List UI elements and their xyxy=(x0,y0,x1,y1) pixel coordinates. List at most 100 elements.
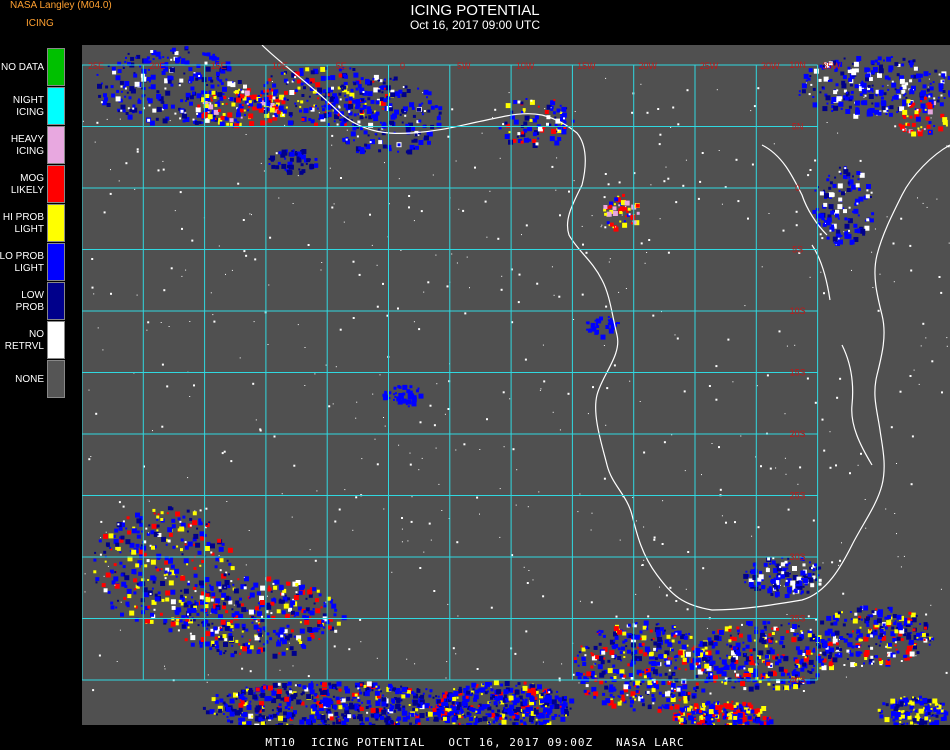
icing-cell xyxy=(903,654,906,658)
no-retrieval-speck xyxy=(249,670,252,673)
icing-cell xyxy=(859,626,862,629)
icing-cell xyxy=(338,719,341,722)
icing-cell xyxy=(867,645,870,648)
icing-cell xyxy=(97,83,102,89)
icing-cell xyxy=(204,61,208,65)
icing-cell xyxy=(590,322,596,328)
icing-cell xyxy=(927,109,933,115)
icing-cell xyxy=(254,723,260,725)
no-retrieval-speck xyxy=(838,564,840,566)
icing-cell xyxy=(741,708,744,711)
icing-cell xyxy=(902,102,907,107)
icing-cell xyxy=(195,77,199,81)
icing-cell xyxy=(902,57,906,61)
icing-cell xyxy=(382,144,387,149)
icing-cell xyxy=(916,651,920,655)
icing-cell xyxy=(930,707,933,710)
icing-cell xyxy=(655,623,658,626)
icing-cell xyxy=(866,634,870,637)
icing-cell xyxy=(333,687,335,690)
no-retrieval-speck xyxy=(784,457,786,459)
icing-cell xyxy=(360,127,363,131)
icing-cell xyxy=(840,107,843,110)
icing-cell xyxy=(388,688,392,692)
icing-cell xyxy=(446,705,449,708)
icing-cell xyxy=(509,710,515,716)
icing-cell xyxy=(283,603,289,609)
icing-cell xyxy=(205,597,211,603)
icing-cell xyxy=(624,200,630,206)
no-retrieval-speck xyxy=(686,608,689,611)
icing-cell xyxy=(309,610,315,616)
icing-cell xyxy=(858,618,861,620)
icing-cell xyxy=(219,626,222,629)
icing-cell xyxy=(168,580,174,586)
icing-cell xyxy=(825,95,831,101)
icing-cell xyxy=(359,109,363,113)
icing-cell xyxy=(133,73,138,78)
icing-cell xyxy=(822,651,827,656)
legend-label: HEAVY ICING xyxy=(0,126,44,165)
icing-cell xyxy=(314,157,318,161)
icing-cell xyxy=(186,97,190,101)
icing-cell xyxy=(693,721,696,724)
icing-cell xyxy=(856,56,862,61)
icing-cell xyxy=(711,718,714,721)
icing-cell xyxy=(332,721,336,725)
no-retrieval-speck xyxy=(652,314,655,317)
icing-cell xyxy=(199,564,202,567)
icing-cell xyxy=(241,104,244,107)
icing-cell xyxy=(657,654,661,658)
icing-cell xyxy=(920,91,925,97)
icing-cell xyxy=(870,655,874,659)
no-retrieval-speck xyxy=(741,623,743,626)
icing-cell xyxy=(246,609,249,612)
icing-cell xyxy=(217,92,223,98)
icing-cell xyxy=(425,688,428,691)
icing-cell xyxy=(482,716,488,722)
no-retrieval-speck xyxy=(581,225,583,227)
icing-cell xyxy=(524,712,529,717)
icing-cell xyxy=(224,638,228,642)
icing-cell xyxy=(641,642,645,646)
icing-cell xyxy=(822,643,828,649)
icing-cell xyxy=(874,59,878,63)
no-retrieval-speck xyxy=(782,229,785,232)
icing-cell xyxy=(124,95,127,98)
icing-cell xyxy=(687,657,690,660)
icing-cell xyxy=(866,616,870,621)
icing-cell xyxy=(824,193,829,199)
icing-cell xyxy=(225,102,228,105)
no-retrieval-speck xyxy=(401,541,403,543)
icing-cell xyxy=(135,543,140,548)
icing-cell xyxy=(409,385,413,389)
icing-cell xyxy=(899,701,904,706)
icing-cell xyxy=(210,84,215,89)
icing-cell xyxy=(792,624,798,629)
icing-cell xyxy=(565,714,567,717)
icing-cell xyxy=(928,73,931,76)
icing-cell xyxy=(429,689,433,693)
icing-cell xyxy=(115,96,121,102)
icing-cell xyxy=(564,696,567,699)
icing-cell xyxy=(659,627,664,632)
icing-cell xyxy=(290,600,296,606)
icing-cell xyxy=(921,632,926,637)
icing-cell xyxy=(870,614,874,618)
legend-item: HEAVY ICING xyxy=(0,126,66,165)
icing-cell xyxy=(216,581,222,587)
icing-cell xyxy=(213,712,216,715)
icing-cell xyxy=(596,325,600,328)
icing-cell xyxy=(120,104,126,110)
icing-cell xyxy=(619,211,623,214)
icing-cell xyxy=(322,108,325,112)
icing-cell xyxy=(421,113,424,116)
icing-cell xyxy=(247,109,250,112)
icing-cell xyxy=(427,109,431,113)
icing-cell xyxy=(383,122,387,126)
icing-cell xyxy=(198,580,204,586)
icing-cell xyxy=(378,79,380,82)
legend-label-line: PROB xyxy=(15,301,44,313)
icing-cell xyxy=(795,646,800,651)
icing-cell xyxy=(866,184,871,189)
